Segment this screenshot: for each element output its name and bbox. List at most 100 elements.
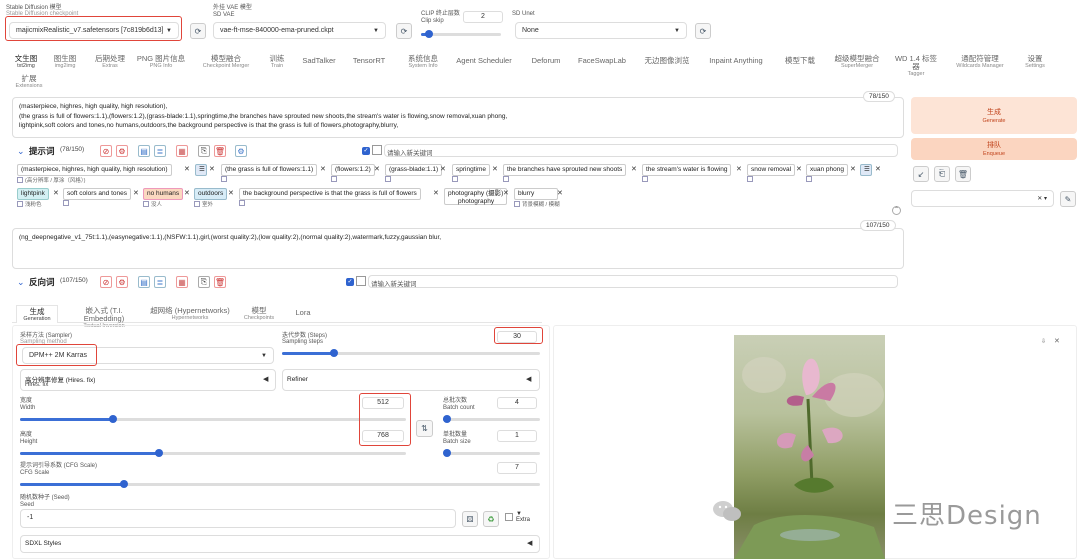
tab-deforum[interactable]: Deforum [526, 57, 566, 65]
subtab-checkpoints[interactable]: 模型 Checkpoints [238, 307, 280, 322]
list-icon[interactable]: ≣ [154, 276, 166, 288]
arrow-icon[interactable]: ↙ [913, 166, 929, 182]
clip-skip-input[interactable]: 2 [463, 11, 503, 23]
tab-model-download[interactable]: 模型下载 [780, 57, 820, 65]
prompt-keyword-input[interactable]: 请输入新关键词 [384, 144, 898, 157]
collapse-up-icon[interactable]: ⌃ [892, 206, 901, 215]
paste-icon[interactable]: ⎗ [934, 166, 950, 182]
tab-checkpoint-merger[interactable]: 模型融合 Checkpoint Merger [194, 55, 258, 70]
tag-springtime[interactable]: springtime [452, 164, 490, 176]
clip-skip-slider[interactable] [421, 30, 501, 38]
extra-checkbox[interactable] [505, 513, 513, 521]
generated-image[interactable] [734, 335, 885, 559]
history-icon[interactable]: ▦ [176, 276, 188, 288]
close-icon[interactable]: ✕ [631, 165, 637, 173]
close-icon[interactable]: ✕ [1054, 337, 1060, 345]
keyword-checkbox[interactable]: ✓ [362, 147, 370, 155]
hires-fix-panel[interactable]: 高分辨率修复 (Hires. fix) Hires. fix ◀ [20, 369, 276, 391]
close-icon[interactable]: ✕ [320, 165, 326, 173]
width-slider[interactable] [20, 415, 406, 423]
sdxl-styles-panel[interactable]: SDXL Styles ◀ [20, 535, 540, 553]
tag-background-perspective[interactable]: the background perspective is that the g… [239, 188, 421, 200]
close-icon[interactable]: ✕ [433, 189, 439, 197]
steps-input[interactable]: 30 [497, 331, 537, 343]
tab-faceswaplab[interactable]: FaceSwapLab [574, 57, 630, 65]
subtab-hypernetworks[interactable]: 超网络 (Hypernetworks) Hypernetworks [150, 307, 230, 322]
tag-grass-blade[interactable]: (grass-blade:1.1) [385, 164, 443, 176]
generate-button[interactable]: 生成 Generate [911, 97, 1077, 134]
random-seed-button[interactable]: ⚄ [462, 511, 478, 527]
close-icon[interactable]: ✕ [440, 165, 446, 173]
sd-unet-select[interactable]: None ▼ [515, 22, 687, 39]
tab-tensorrt[interactable]: TensorRT [348, 57, 390, 65]
tab-png-info[interactable]: PNG 图片信息 PNG Info [136, 55, 186, 70]
batch-size-slider[interactable] [443, 449, 540, 457]
close-icon[interactable]: ✕ [184, 165, 190, 173]
tag-xuan-phong[interactable]: xuan phong [806, 164, 848, 176]
tab-inpaint-anything[interactable]: Inpaint Anything [704, 57, 768, 65]
refresh-unet-button[interactable]: ⟳ [695, 23, 711, 39]
pencil-icon[interactable]: ✎ [1060, 191, 1076, 207]
vae-select[interactable]: vae-ft-mse-840000-ema-pruned.ckpt ▼ [213, 22, 386, 39]
tab-sadtalker[interactable]: SadTalker [296, 57, 342, 65]
history-icon[interactable]: ▦ [176, 145, 188, 157]
tag-no-humans[interactable]: no humans [143, 188, 184, 200]
negative-keyword-input[interactable]: 请输入新关键词 [368, 275, 898, 288]
trash-icon[interactable]: 🗑 [955, 166, 971, 182]
close-icon[interactable]: ✕ [796, 165, 802, 173]
close-icon[interactable]: ✕ [503, 189, 509, 197]
tag-flowers[interactable]: (flowers:1.2) [331, 164, 375, 176]
height-input[interactable]: 768 [362, 430, 404, 442]
subtab-generation[interactable]: 生成 Generation [16, 305, 58, 323]
copy-icon[interactable]: ⎘ [198, 276, 210, 288]
trash-icon[interactable]: 🗑 [214, 145, 226, 157]
refresh-vae-button[interactable]: ⟳ [396, 23, 412, 39]
copy-icon[interactable]: ⎘ [198, 145, 210, 157]
close-icon[interactable]: ✕ [557, 189, 563, 197]
close-icon[interactable]: ✕ [228, 189, 234, 197]
translate-icon[interactable]: ▤ [138, 145, 150, 157]
tab-extras[interactable]: 后期处理 Extras [90, 55, 130, 70]
tab-extensions[interactable]: 扩展 Extensions [12, 75, 46, 90]
tab-img2img[interactable]: 图生图 img2img [48, 55, 82, 70]
tag-grass-flowers[interactable]: (the grass is full of flowers:1.1) [221, 164, 318, 176]
tag-masterpiece[interactable]: (masterpiece, highres, high quality, hig… [17, 164, 172, 176]
tag-outdoors[interactable]: outdoors [194, 188, 228, 200]
height-slider[interactable] [20, 449, 406, 457]
extra-label[interactable]: ▼ Extra [516, 511, 530, 523]
negative-keyword-checkbox-2[interactable] [356, 276, 366, 286]
batch-size-input[interactable]: 1 [497, 430, 537, 442]
refresh-checkpoint-button[interactable]: ⟳ [190, 23, 206, 39]
collapse-icon[interactable]: ⌄ [17, 277, 25, 288]
tab-tagger[interactable]: WD 1.4 标签器 Tagger [892, 55, 940, 78]
sampler-select[interactable]: DPM++ 2M Karras ▼ [22, 347, 274, 364]
tab-supermerger[interactable]: 超级模型融合 SuperMerger [832, 55, 882, 70]
close-icon[interactable]: ✕ [492, 165, 498, 173]
reuse-seed-button[interactable]: ♻ [483, 511, 499, 527]
close-icon[interactable]: ✕ [184, 189, 190, 197]
close-icon[interactable]: ✕ [133, 189, 139, 197]
tab-image-browser[interactable]: 无边图像浏览 [638, 57, 696, 65]
styles-select[interactable]: ✕ ▾ [911, 190, 1054, 207]
tag-group-icon[interactable]: ☰ [860, 164, 872, 176]
download-icon[interactable]: ⇩ [1041, 338, 1046, 345]
gear-icon[interactable]: ⚙ [116, 276, 128, 288]
close-icon[interactable]: ✕ [53, 189, 59, 197]
tag-group-icon[interactable]: ☰ [195, 164, 207, 176]
tab-agent-scheduler[interactable]: Agent Scheduler [452, 57, 516, 65]
tab-settings[interactable]: 设置 Settings [1020, 55, 1050, 70]
tag-soft-colors[interactable]: soft colors and tones [63, 188, 131, 200]
swap-dimensions-button[interactable]: ⇅ [416, 420, 433, 437]
width-input[interactable]: 512 [362, 397, 404, 409]
cfg-input[interactable]: 7 [497, 462, 537, 474]
collapse-icon[interactable]: ⌄ [17, 146, 25, 157]
gear-icon[interactable]: ⚙ [116, 145, 128, 157]
close-icon[interactable]: ✕ [209, 165, 215, 173]
tag-stream[interactable]: the stream's water is flowing [642, 164, 732, 176]
batch-count-slider[interactable] [443, 415, 540, 423]
negative-prompt-textarea[interactable]: (ng_deepnegative_v1_75t:1.1),(easynegati… [12, 228, 904, 269]
checkpoint-select[interactable]: majicmixRealistic_v7.safetensors [7c819b… [9, 22, 179, 39]
tag-branches[interactable]: the branches have sprouted new shoots [503, 164, 627, 176]
steps-slider[interactable] [282, 349, 540, 357]
list-icon[interactable]: ≣ [154, 145, 166, 157]
